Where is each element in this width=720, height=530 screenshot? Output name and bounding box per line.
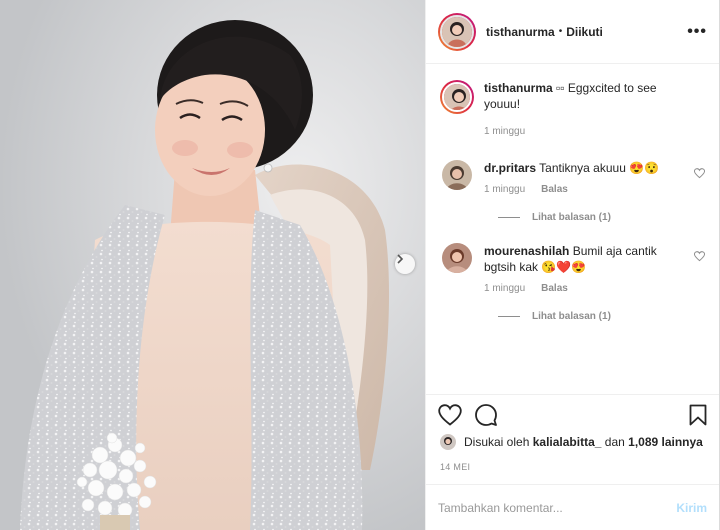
avatar[interactable] [442, 160, 472, 190]
comments-list: tisthanurma ▫▫ Eggxcited to see youuu! 1… [426, 64, 719, 394]
post-photo[interactable] [0, 0, 425, 530]
avatar[interactable] [442, 243, 472, 273]
chevron-right-icon [397, 254, 404, 264]
heart-icon[interactable] [694, 251, 705, 262]
heart-icon[interactable] [694, 168, 705, 179]
separator-dot: • [558, 26, 563, 37]
avatar-image [444, 84, 470, 110]
post-sidebar: tisthanurma • Diikuti ••• tisthanurma ▫▫… [425, 0, 720, 530]
liker-avatar[interactable] [440, 434, 456, 450]
comment-body: dr.pritars Tantiknya akuuu 😍😯 1 minggu B… [484, 160, 707, 198]
likes-middle: dan [604, 435, 625, 449]
post-actions [426, 394, 719, 434]
comment-item: mourenashilah Bumil aja cantik bgtsih ka… [440, 243, 707, 297]
comment-bubble-icon[interactable] [474, 403, 498, 427]
caption-meta: 1 minggu [484, 124, 679, 140]
comment-meta: 1 minggu Balas [484, 182, 679, 198]
reply-button[interactable]: Balas [541, 182, 568, 198]
view-replies-button[interactable]: Lihat balasan (1) [498, 212, 707, 223]
avatar[interactable] [442, 82, 472, 112]
view-replies-label: Lihat balasan (1) [532, 212, 611, 223]
photo-illustration [0, 0, 425, 530]
profile-avatar-ring[interactable] [438, 12, 476, 51]
post-username[interactable]: tisthanurma [486, 25, 555, 39]
comment-username[interactable]: dr.pritars [484, 161, 536, 175]
likes-summary: Disukai oleh kalialabitta_ dan 1,089 lai… [440, 434, 709, 450]
view-replies-button[interactable]: Lihat balasan (1) [498, 311, 707, 322]
avatar-image [442, 16, 472, 47]
next-photo-button[interactable] [395, 254, 415, 274]
caption-time[interactable]: 1 minggu [484, 124, 525, 140]
avatar-image [442, 160, 472, 190]
divider-line [498, 217, 520, 218]
comment-body: mourenashilah Bumil aja cantik bgtsih ka… [484, 243, 707, 297]
comment-text: Tantiknya akuuu 😍😯 [539, 161, 660, 175]
reply-button[interactable]: Balas [541, 281, 568, 297]
add-comment-bar: Kirim [426, 484, 719, 530]
follow-status-button[interactable]: Diikuti [566, 25, 603, 39]
divider-line [498, 316, 520, 317]
comment-time[interactable]: 1 minggu [484, 182, 525, 198]
likes-prefix: Disukai oleh [464, 435, 530, 449]
avatar-image [440, 434, 456, 450]
post-comment-button[interactable]: Kirim [676, 501, 707, 515]
comment-meta: 1 minggu Balas [484, 281, 679, 297]
comment-item: dr.pritars Tantiknya akuuu 😍😯 1 minggu B… [440, 160, 707, 198]
like-heart-icon[interactable] [438, 403, 462, 426]
post-date[interactable]: 14 MEI [440, 462, 470, 472]
caption-username[interactable]: tisthanurma [484, 81, 553, 95]
avatar-image [442, 243, 472, 273]
view-replies-label: Lihat balasan (1) [532, 311, 611, 322]
caption: tisthanurma ▫▫ Eggxcited to see youuu! 1… [440, 80, 707, 140]
caption-avatar-ring[interactable] [440, 80, 474, 114]
avatar[interactable] [440, 14, 474, 49]
likes-count[interactable]: 1,089 lainnya [628, 435, 703, 449]
more-options-icon[interactable]: ••• [687, 23, 707, 41]
comment-input[interactable] [438, 500, 677, 515]
liker-username[interactable]: kalialabitta_ [533, 435, 602, 449]
comment-username[interactable]: mourenashilah [484, 244, 569, 258]
bookmark-icon[interactable] [689, 404, 707, 426]
comment-time[interactable]: 1 minggu [484, 281, 525, 297]
caption-body: tisthanurma ▫▫ Eggxcited to see youuu! 1… [484, 80, 707, 140]
post-header: tisthanurma • Diikuti ••• [426, 0, 719, 64]
